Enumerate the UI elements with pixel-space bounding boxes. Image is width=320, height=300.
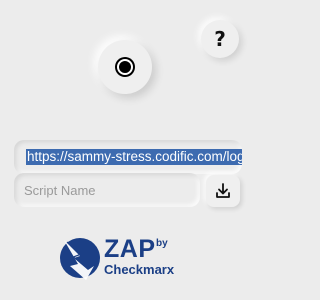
record-button[interactable]: [98, 40, 152, 94]
url-text[interactable]: https://sammy-stress.codific.com/login: [26, 149, 242, 165]
zap-checkmarx-logo: ZAP by Checkmarx: [58, 236, 198, 280]
download-icon: [216, 183, 230, 198]
script-row: [14, 173, 242, 209]
record-icon: [115, 57, 135, 77]
logo-vendor-text: Checkmarx: [104, 262, 175, 277]
help-label: ?: [214, 27, 226, 51]
script-name-input[interactable]: [14, 173, 200, 207]
logo-by-text: by: [156, 238, 168, 249]
save-script-button[interactable]: [206, 175, 240, 207]
logo-zap-text: ZAP: [104, 235, 156, 263]
url-field[interactable]: https://sammy-stress.codific.com/login: [14, 140, 242, 174]
lightning-shield-icon: [60, 238, 100, 280]
help-button[interactable]: ?: [201, 20, 239, 58]
